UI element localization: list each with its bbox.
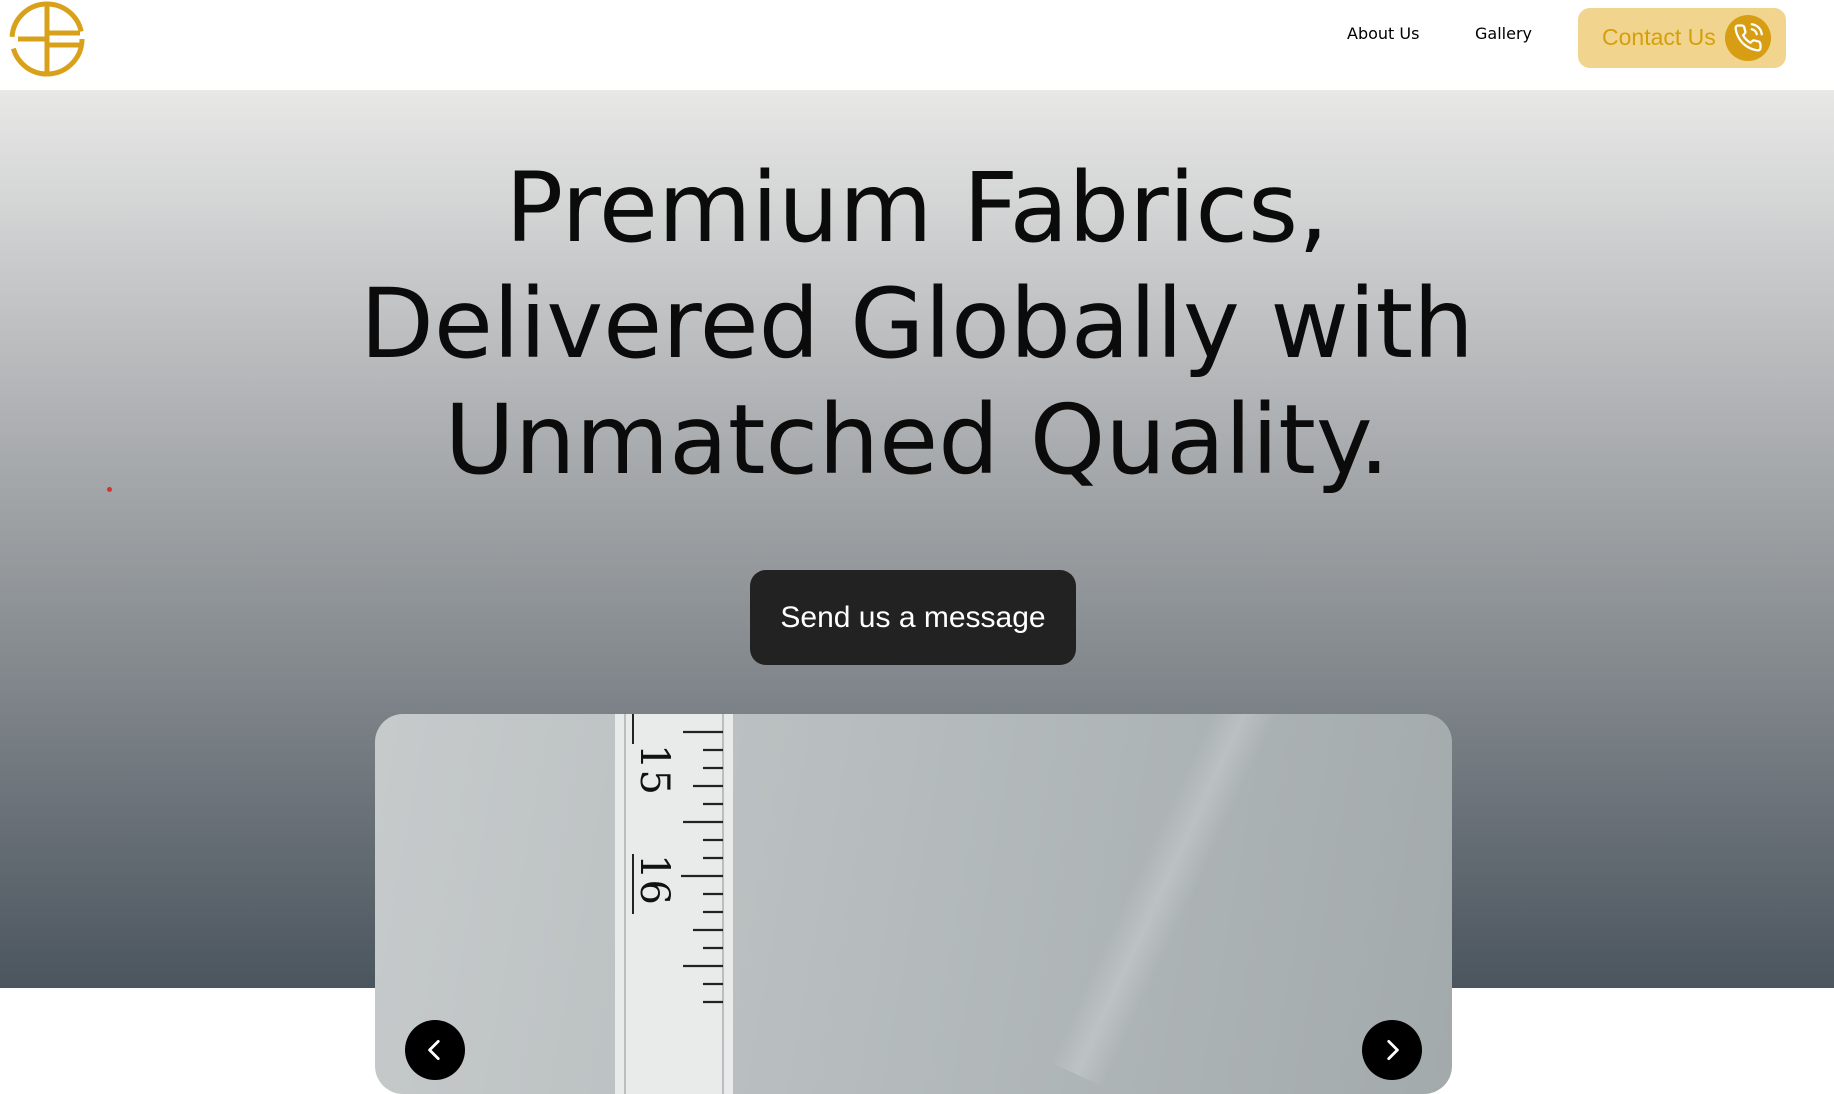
hero-title-line-2: Delivered Globally with xyxy=(360,268,1474,380)
contact-us-button[interactable]: Contact Us xyxy=(1578,8,1786,68)
chevron-right-icon xyxy=(1387,1039,1399,1061)
hero-section: Premium Fabrics, Delivered Globally with… xyxy=(0,90,1834,1094)
site-header: About Us Gallery Contact Us xyxy=(0,0,1834,90)
nav-link-gallery[interactable]: Gallery xyxy=(1475,24,1532,43)
fabric-fold-highlight xyxy=(1049,714,1281,1088)
measuring-tape-image: 15 16 xyxy=(615,714,733,1094)
chevron-left-icon xyxy=(428,1039,440,1061)
contact-us-label: Contact Us xyxy=(1602,24,1716,50)
brand-logo[interactable] xyxy=(8,0,86,78)
monogram-logo-icon xyxy=(9,1,85,77)
hero-title-line-3: Unmatched Quality. xyxy=(444,384,1390,496)
hero-title-line-1: Premium Fabrics, xyxy=(505,152,1329,264)
phone-icon xyxy=(1725,15,1771,61)
fabric-carousel: 15 16 xyxy=(375,714,1452,1094)
carousel-next-button[interactable] xyxy=(1362,1020,1422,1080)
carousel-prev-button[interactable] xyxy=(405,1020,465,1080)
nav-link-about[interactable]: About Us xyxy=(1347,24,1419,43)
hero-title: Premium Fabrics, Delivered Globally with… xyxy=(267,150,1567,498)
cursor-dot xyxy=(107,487,112,492)
tape-number-16: 16 xyxy=(631,854,677,905)
tape-number-15: 15 xyxy=(631,744,677,795)
send-message-button[interactable]: Send us a message xyxy=(750,570,1076,665)
